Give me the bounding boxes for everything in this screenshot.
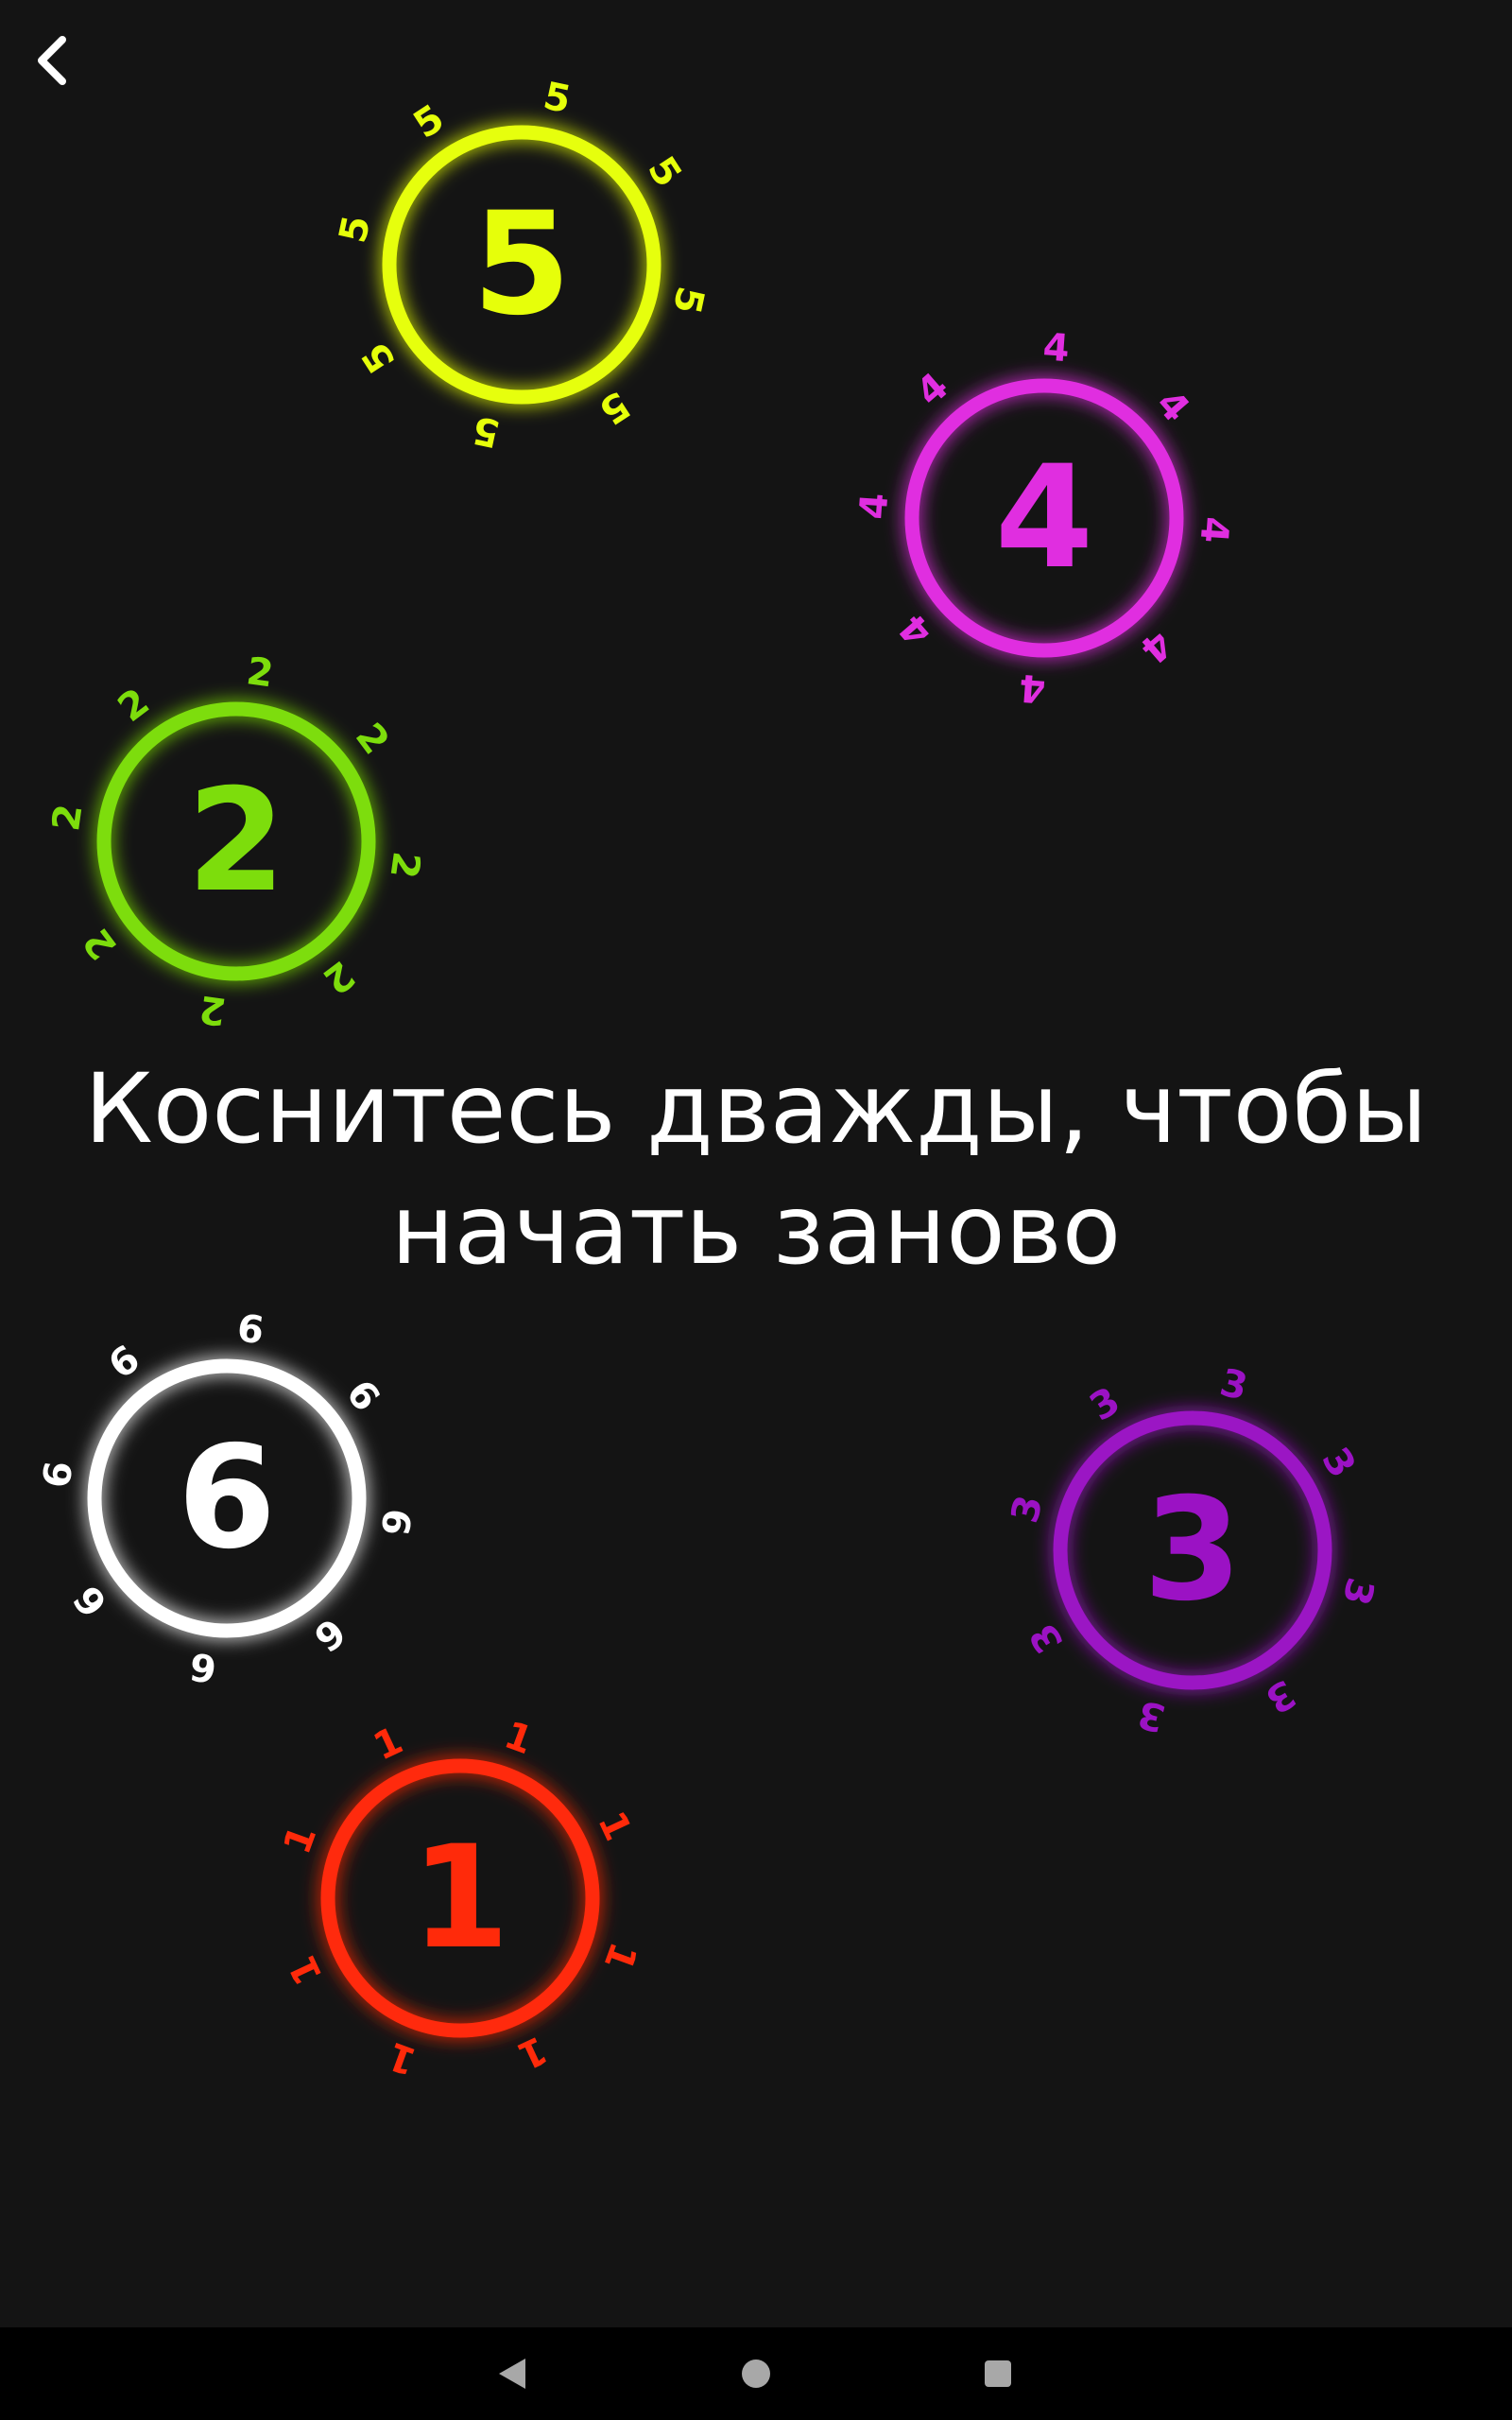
nav-recents-button[interactable] xyxy=(953,2327,1043,2420)
finger-number: 5 xyxy=(472,182,571,347)
orbit-number: 2 xyxy=(315,952,362,1002)
square-recents-icon xyxy=(985,2360,1011,2387)
orbit-number: 5 xyxy=(639,149,690,195)
orbit-number: 2 xyxy=(244,649,276,696)
chevron-left-icon xyxy=(38,36,66,85)
orbit-number: 5 xyxy=(332,212,380,247)
circle-home-icon xyxy=(742,2360,770,2388)
orbit-number: 6 xyxy=(371,1506,418,1538)
orbit-number: 6 xyxy=(65,1577,115,1624)
instruction-line-1: Коснитесь дважды, чтобы xyxy=(84,1053,1428,1166)
orbit-number: 1 xyxy=(276,1820,326,1859)
orbit-number: 2 xyxy=(197,986,229,1032)
orbit-number: 4 xyxy=(1192,515,1237,544)
orbit-number: 5 xyxy=(406,96,452,147)
orbit-number: 4 xyxy=(1132,621,1180,671)
orbit-number: 1 xyxy=(589,1806,639,1848)
finger-circle-6: 666666666 xyxy=(35,1306,419,1690)
orbit-number: 6 xyxy=(305,1609,352,1659)
orbit-number: 5 xyxy=(353,335,404,380)
finger-ring-graphic: 444444444 xyxy=(851,325,1236,710)
orbit-number: 2 xyxy=(75,920,125,967)
orbit-number: 1 xyxy=(382,2033,421,2083)
instruction-line-2: начать заново xyxy=(390,1174,1122,1287)
restart-instruction: Коснитесь дважды, чтобы начать заново xyxy=(0,1049,1512,1291)
orbit-number: 4 xyxy=(891,606,941,654)
orbit-number: 5 xyxy=(664,283,713,318)
orbit-number: 3 xyxy=(1258,1670,1303,1721)
finger-ring-graphic: 222222222 xyxy=(44,649,428,1033)
orbit-number: 4 xyxy=(908,365,956,415)
orbit-number: 3 xyxy=(1004,1491,1052,1527)
orbit-number: 2 xyxy=(381,849,427,881)
orbit-number: 4 xyxy=(851,492,897,521)
finger-circle-2: 222222222 xyxy=(44,649,428,1033)
orbit-number: 3 xyxy=(1313,1441,1364,1486)
orbit-number: 4 xyxy=(1041,325,1071,371)
finger-ring-graphic: 555555555 xyxy=(332,75,713,456)
orbit-number: 2 xyxy=(44,802,91,834)
orbit-number: 3 xyxy=(1333,1573,1382,1609)
orbit-number: 3 xyxy=(1215,1361,1251,1409)
app-screen[interactable]: 555555555 444444444 222222222 666666666 … xyxy=(0,0,1512,2420)
finger-ring-graphic: 111111111 xyxy=(276,1714,645,2083)
orbit-number: 6 xyxy=(234,1306,266,1353)
finger-number: 6 xyxy=(178,1416,276,1581)
back-button[interactable] xyxy=(17,21,85,100)
triangle-back-icon xyxy=(499,2359,525,2389)
orbit-number: 6 xyxy=(187,1643,219,1689)
orbit-number: 6 xyxy=(337,1373,387,1420)
orbit-number: 4 xyxy=(1018,666,1047,711)
finger-number: 3 xyxy=(1143,1468,1242,1633)
orbit-number: 6 xyxy=(35,1459,81,1491)
orbit-number: 6 xyxy=(101,1337,148,1387)
orbit-number: 1 xyxy=(281,1949,331,1992)
nav-home-button[interactable] xyxy=(711,2327,801,2420)
orbit-number: 2 xyxy=(347,716,397,763)
finger-circle-4: 444444444 xyxy=(851,325,1236,710)
orbit-number: 1 xyxy=(499,1714,539,1764)
finger-number: 1 xyxy=(411,1816,509,1980)
finger-circle-1: 111111111 xyxy=(271,1709,649,2087)
orbit-number: 1 xyxy=(511,2027,554,2077)
nav-back-button[interactable] xyxy=(467,2327,558,2420)
orbit-number: 4 xyxy=(1147,382,1197,430)
orbit-number: 1 xyxy=(595,1937,645,1977)
orbit-number: 3 xyxy=(1133,1691,1169,1739)
orbit-number: 5 xyxy=(469,407,504,456)
finger-number: 2 xyxy=(187,759,285,924)
finger-number: 4 xyxy=(995,436,1093,600)
system-navigation-bar xyxy=(0,2327,1512,2420)
orbit-number: 3 xyxy=(1022,1616,1073,1661)
finger-circle-3: 333333333 xyxy=(1004,1361,1383,1740)
orbit-number: 5 xyxy=(592,382,637,433)
finger-ring-graphic: 666666666 xyxy=(35,1306,419,1690)
orbit-number: 5 xyxy=(540,75,575,123)
finger-ring-graphic: 333333333 xyxy=(1004,1361,1383,1740)
orbit-number: 1 xyxy=(368,1719,410,1769)
orbit-number: 3 xyxy=(1083,1379,1128,1430)
finger-circle-5: 555555555 xyxy=(332,75,713,456)
orbit-number: 2 xyxy=(111,680,158,730)
